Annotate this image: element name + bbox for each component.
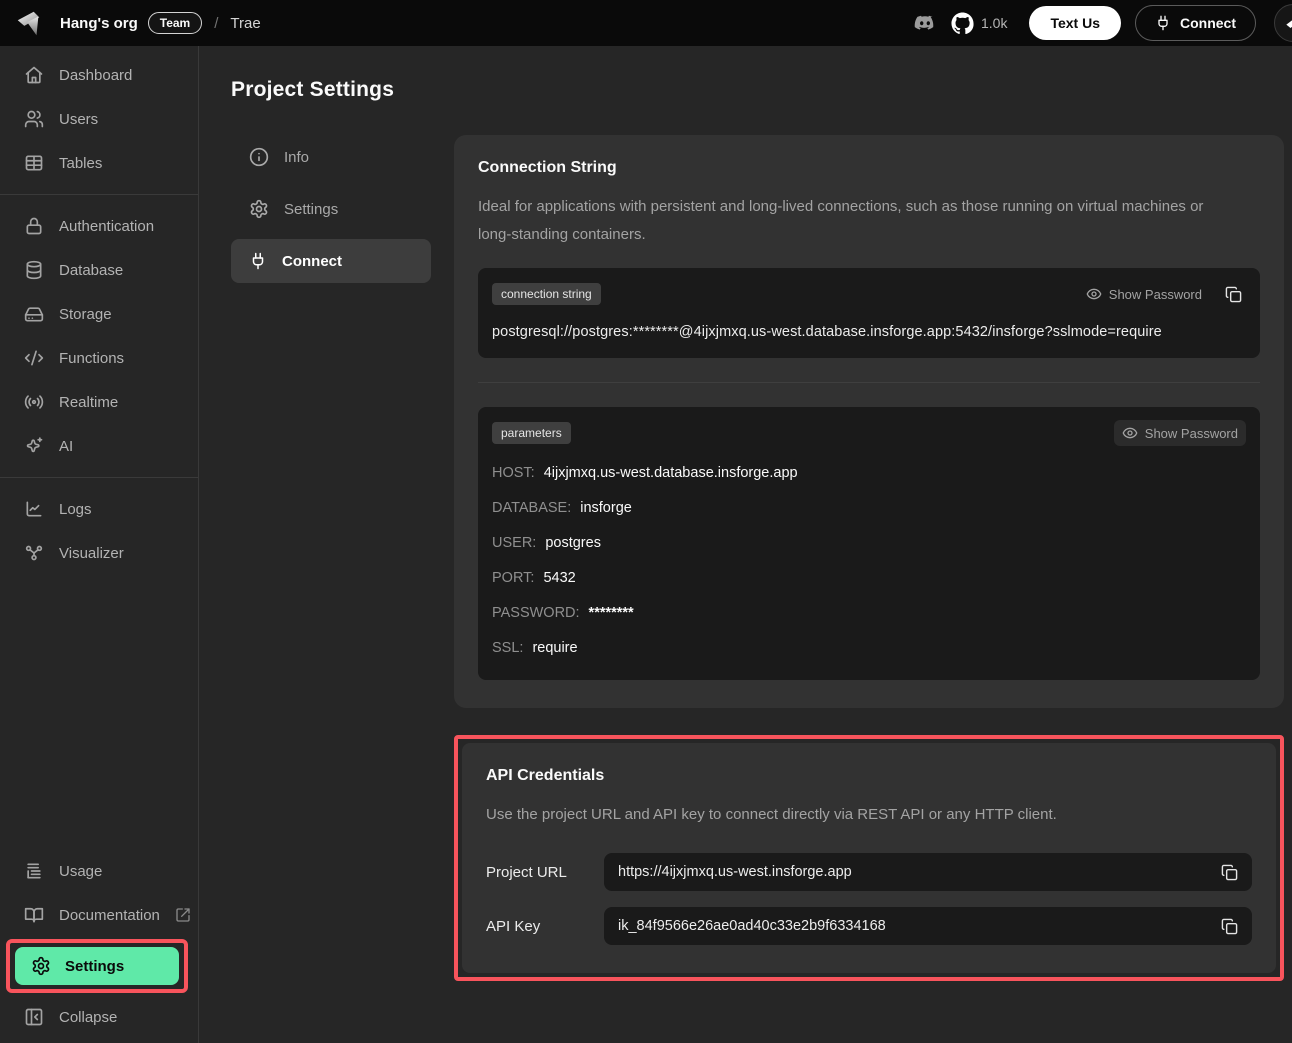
info-icon — [249, 147, 269, 167]
org-name[interactable]: Hang's org — [60, 15, 138, 32]
github-link[interactable]: 1.0k — [951, 11, 1008, 35]
book-open-icon — [24, 905, 44, 925]
hard-drive-icon — [24, 304, 44, 324]
copy-api-key-button[interactable] — [1216, 913, 1242, 939]
api-key-row: API Key ik_84f9566e26ae0ad40c33e2b9f6334… — [486, 907, 1252, 945]
sidebar-item-documentation[interactable]: Documentation — [0, 893, 198, 937]
sidebar-item-logs[interactable]: Logs — [0, 487, 198, 531]
app-logo-icon[interactable] — [14, 8, 44, 38]
copy-icon — [1221, 864, 1238, 881]
api-key-value: ik_84f9566e26ae0ad40c33e2b9f6334168 — [618, 918, 886, 934]
gear-icon — [31, 956, 51, 976]
parameters-badge: parameters — [492, 422, 571, 444]
sidebar-item-database[interactable]: Database — [0, 248, 198, 292]
avatar[interactable] — [1274, 4, 1292, 42]
main-content: Project Settings Info Settings Connect C… — [199, 46, 1292, 1043]
connection-string-description: Ideal for applications with persistent a… — [478, 198, 1204, 243]
team-badge: Team — [147, 12, 203, 34]
connection-string-badge: connection string — [492, 283, 601, 305]
show-password-button[interactable]: Show Password — [1113, 420, 1246, 446]
radio-icon — [24, 392, 44, 412]
param-row-ssl: SSL: require — [492, 640, 578, 656]
plug-icon — [1155, 15, 1171, 31]
api-credentials-title: API Credentials — [486, 767, 605, 784]
copy-icon — [1225, 286, 1242, 303]
param-row-port: PORT: 5432 — [492, 570, 576, 586]
tab-info[interactable]: Info — [231, 135, 431, 179]
chart-line-icon — [24, 499, 44, 519]
github-icon — [951, 11, 974, 35]
sidebar-item-users[interactable]: Users — [0, 97, 198, 141]
database-icon — [24, 260, 44, 280]
show-password-button[interactable]: Show Password — [1078, 281, 1210, 307]
project-url-value: https://4ijxjmxq.us-west.insforge.app — [618, 864, 852, 880]
project-name[interactable]: Trae — [230, 15, 260, 32]
github-star-count: 1.0k — [980, 15, 1008, 31]
api-credentials-description: Use the project URL and API key to conne… — [486, 806, 1057, 823]
sidebar-item-collapse[interactable]: Collapse — [0, 995, 198, 1039]
project-url-label: Project URL — [486, 863, 567, 881]
gear-icon — [249, 199, 269, 219]
project-url-row: Project URL https://4ijxjmxq.us-west.ins… — [486, 853, 1252, 891]
discord-icon[interactable] — [913, 11, 937, 35]
panel-collapse-icon — [24, 1007, 44, 1027]
api-key-label: API Key — [486, 917, 541, 935]
list-icon — [24, 861, 44, 881]
parameters-box: parameters Show Password HOST: 4ijxjmxq.… — [478, 407, 1260, 680]
settings-subnav: Info Settings Connect — [231, 135, 431, 981]
plug-icon — [249, 252, 267, 270]
api-credentials-card: API Credentials Use the project URL and … — [462, 743, 1276, 973]
topbar: Hang's org Team / Trae 1.0k Text Us Conn — [0, 0, 1292, 46]
text-us-button[interactable]: Text Us — [1029, 6, 1121, 40]
sidebar-item-ai[interactable]: AI — [0, 424, 198, 468]
sidebar-item-usage[interactable]: Usage — [0, 849, 198, 893]
connection-string-card: Connection String Ideal for applications… — [454, 135, 1284, 708]
annotation-box-settings: Settings — [6, 939, 188, 993]
sidebar-item-dashboard[interactable]: Dashboard — [0, 53, 198, 97]
param-row-host: HOST: 4ijxjmxq.us-west.database.insforge… — [492, 465, 798, 481]
sparkles-icon — [24, 436, 44, 456]
code-icon — [24, 348, 44, 368]
param-row-password: PASSWORD: ******** — [492, 605, 634, 621]
users-icon — [24, 109, 44, 129]
lock-icon — [24, 216, 44, 236]
eye-icon — [1122, 425, 1138, 441]
connect-button[interactable]: Connect — [1135, 5, 1256, 41]
sidebar: Dashboard Users Tables Authentication Da… — [0, 46, 199, 1043]
sidebar-item-visualizer[interactable]: Visualizer — [0, 531, 198, 575]
card-divider — [478, 382, 1260, 383]
sidebar-item-settings[interactable]: Settings — [15, 947, 179, 985]
sidebar-item-realtime[interactable]: Realtime — [0, 380, 198, 424]
tab-connect[interactable]: Connect — [231, 239, 431, 283]
home-icon — [24, 65, 44, 85]
network-icon — [24, 543, 44, 563]
tab-settings[interactable]: Settings — [231, 187, 431, 231]
eye-icon — [1086, 286, 1102, 302]
sidebar-bottom-group: Usage Documentation Settings Collapse — [0, 849, 198, 1039]
connection-string-value[interactable]: postgresql://postgres:********@4ijxjmxq.… — [492, 324, 1246, 340]
sidebar-item-tables[interactable]: Tables — [0, 141, 198, 185]
sidebar-item-functions[interactable]: Functions — [0, 336, 198, 380]
param-row-user: USER: postgres — [492, 535, 601, 551]
sidebar-divider — [0, 194, 198, 195]
api-key-field[interactable]: ik_84f9566e26ae0ad40c33e2b9f6334168 — [604, 907, 1252, 945]
connect-content: Connection String Ideal for applications… — [454, 135, 1284, 981]
sidebar-item-authentication[interactable]: Authentication — [0, 204, 198, 248]
sidebar-item-storage[interactable]: Storage — [0, 292, 198, 336]
project-url-field[interactable]: https://4ijxjmxq.us-west.insforge.app — [604, 853, 1252, 891]
copy-project-url-button[interactable] — [1216, 859, 1242, 885]
breadcrumb-separator: / — [214, 14, 219, 32]
annotation-box-api-credentials: API Credentials Use the project URL and … — [454, 735, 1284, 981]
connection-string-box: connection string Show Password postgres… — [478, 268, 1260, 358]
copy-connection-string-button[interactable] — [1220, 281, 1246, 307]
page-title: Project Settings — [231, 78, 395, 101]
table-icon — [24, 153, 44, 173]
sidebar-divider — [0, 477, 198, 478]
param-row-database: DATABASE: insforge — [492, 500, 632, 516]
external-link-icon — [175, 907, 191, 923]
connection-string-title: Connection String — [478, 159, 617, 176]
copy-icon — [1221, 918, 1238, 935]
